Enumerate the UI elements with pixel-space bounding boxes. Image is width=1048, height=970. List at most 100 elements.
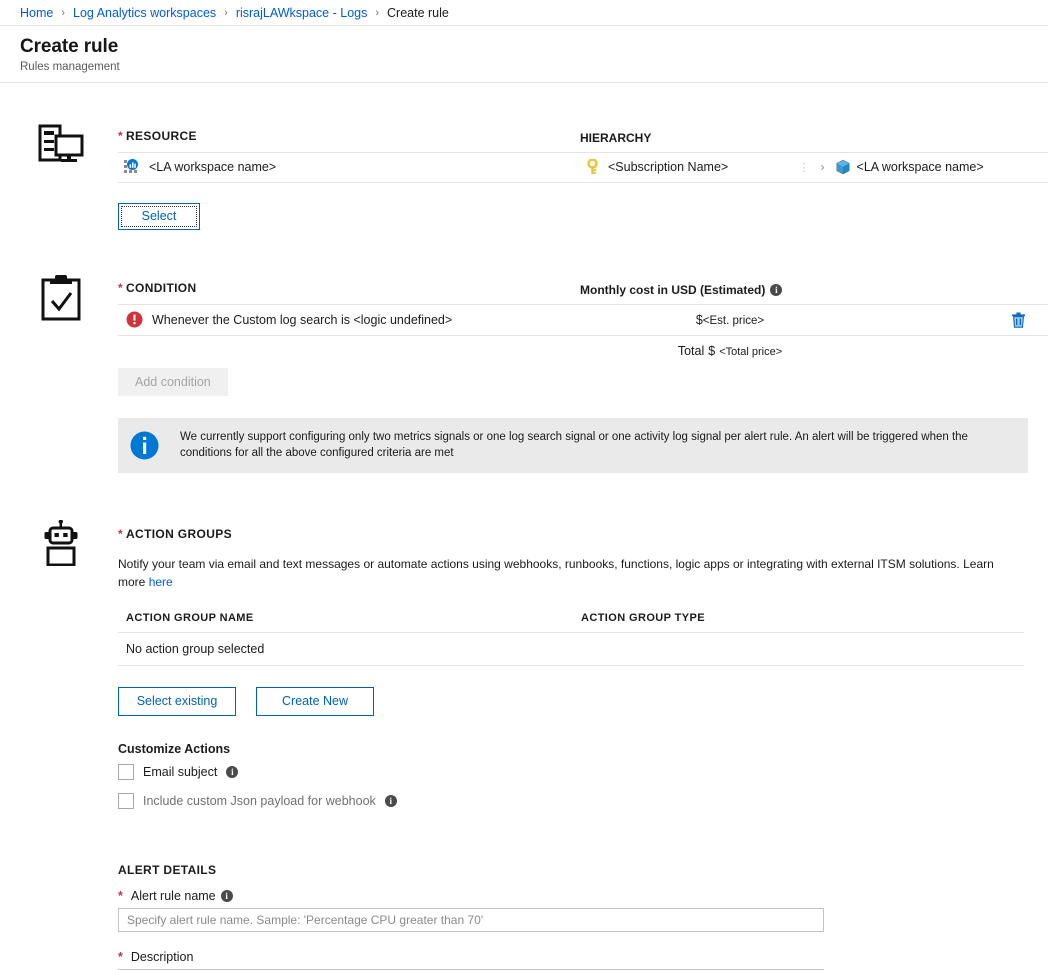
required-asterisk: * — [118, 281, 123, 295]
hierarchy-workspace-name: <LA workspace name> — [857, 160, 984, 174]
error-icon — [126, 311, 143, 328]
resource-label: *RESOURCE — [118, 129, 197, 143]
action-groups-header: *ACTION GROUPS — [118, 525, 1048, 543]
resource-section-icon — [32, 123, 90, 167]
resource-label-wrap: *RESOURCE — [118, 127, 580, 145]
info-banner-text: We currently support configuring only tw… — [170, 419, 1028, 472]
resource-section-body: *RESOURCE HIERARCHY — [118, 127, 1048, 230]
condition-headers: *CONDITION Monthly cost in USD (Estimate… — [118, 279, 1048, 304]
add-condition-wrap: Add condition — [118, 368, 1048, 396]
hierarchy-chevron-icon: › — [821, 160, 825, 174]
select-resource-button[interactable]: Select — [118, 203, 200, 230]
total-currency: $ — [708, 344, 715, 358]
json-payload-row: Include custom Json payload for webhook … — [118, 793, 1048, 809]
total-label: Total — [678, 344, 704, 358]
total-price-value: <Total price> — [719, 346, 782, 358]
breadcrumb-item-log-analytics-workspaces[interactable]: Log Analytics workspaces — [73, 6, 216, 20]
breadcrumb-item-workspace-logs[interactable]: risrajLAWkspace - Logs — [236, 6, 368, 20]
learn-more-here-link[interactable]: here — [149, 575, 173, 589]
log-analytics-workspace-icon — [124, 159, 140, 175]
hierarchy-overflow-dots: ⋮ — [799, 161, 811, 174]
breadcrumb-item-home[interactable]: Home — [20, 6, 53, 20]
alert-rule-name-input[interactable] — [118, 908, 824, 932]
email-subject-label: Email subject — [143, 765, 217, 779]
condition-section-body: *CONDITION Monthly cost in USD (Estimate… — [118, 279, 1048, 473]
breadcrumb-item-create-rule: Create rule — [387, 6, 449, 20]
info-icon[interactable]: i — [226, 766, 238, 778]
action-groups-section: *ACTION GROUPS Notify your team via emai… — [0, 525, 1048, 970]
required-asterisk: * — [118, 129, 123, 143]
required-asterisk: * — [118, 950, 123, 964]
total-row: Total $ <Total price> — [118, 336, 1048, 366]
info-icon[interactable]: i — [770, 284, 782, 296]
breadcrumb: Home › Log Analytics workspaces › risraj… — [0, 0, 1048, 26]
alert-rule-name-label: * Alert rule name i — [118, 889, 1048, 903]
alert-details-section: ALERT DETAILS * Alert rule name i * Desc… — [118, 863, 1048, 970]
select-existing-button[interactable]: Select existing — [118, 687, 236, 716]
add-condition-button[interactable]: Add condition — [118, 368, 228, 396]
subscription-key-icon — [586, 159, 600, 175]
condition-description[interactable]: Whenever the Custom log search is <logic… — [152, 313, 452, 327]
action-groups-section-icon — [32, 520, 90, 566]
condition-label-wrap: *CONDITION — [118, 279, 580, 297]
info-banner: We currently support configuring only tw… — [118, 418, 1028, 473]
page-header: Create rule Rules management — [0, 26, 1048, 83]
json-payload-checkbox[interactable] — [118, 793, 134, 809]
hierarchy-cell: <Subscription Name> ⋮ › <LA workspace na… — [586, 159, 1046, 175]
required-asterisk: * — [118, 527, 123, 541]
email-subject-checkbox[interactable] — [118, 764, 134, 780]
condition-row: Whenever the Custom log search is <logic… — [118, 304, 1048, 336]
condition-est-price: $<Est. price> — [580, 313, 880, 327]
action-groups-table-header: ACTION GROUP NAME ACTION GROUP TYPE — [118, 612, 1024, 632]
hierarchy-label: HIERARCHY — [580, 131, 651, 145]
column-header-action-group-type: ACTION GROUP TYPE — [581, 612, 1024, 624]
create-new-button[interactable]: Create New — [256, 687, 374, 716]
page-subtitle: Rules management — [20, 61, 1048, 73]
action-groups-buttons: Select existing Create New — [118, 687, 1048, 716]
currency-symbol: $ — [696, 313, 703, 327]
column-header-action-group-name: ACTION GROUP NAME — [126, 612, 581, 624]
condition-text-cell: Whenever the Custom log search is <logic… — [118, 311, 580, 328]
resource-row: <LA workspace name> <Subscription Name> … — [118, 152, 1048, 183]
info-icon[interactable]: i — [385, 795, 397, 807]
condition-label: *CONDITION — [118, 281, 197, 295]
alert-description-label: * Description — [118, 950, 1048, 964]
info-icon — [130, 431, 159, 460]
action-groups-description: Notify your team via email and text mess… — [118, 555, 1024, 591]
condition-delete-cell — [880, 312, 1048, 328]
monthly-cost-label: Monthly cost in USD (Estimated) — [580, 283, 765, 297]
action-groups-table: ACTION GROUP NAME ACTION GROUP TYPE No a… — [118, 612, 1024, 666]
resource-actions: Select — [118, 203, 1048, 230]
total-cost-cell: Total $ <Total price> — [580, 344, 880, 358]
workspace-cube-icon — [835, 159, 851, 175]
customize-actions-title: Customize Actions — [118, 742, 1048, 756]
monthly-cost-header: Monthly cost in USD (Estimated) i — [580, 283, 782, 297]
clipboard-check-icon — [40, 274, 82, 322]
resource-section: *RESOURCE HIERARCHY — [0, 127, 1048, 230]
page-content: *RESOURCE HIERARCHY — [0, 127, 1048, 970]
delete-trash-icon — [1011, 312, 1026, 328]
resource-cell: <LA workspace name> — [124, 159, 586, 175]
robot-icon — [39, 520, 83, 566]
resource-headers: *RESOURCE HIERARCHY — [118, 127, 1048, 152]
info-banner-icon-wrap — [118, 418, 170, 473]
action-groups-label: *ACTION GROUPS — [118, 527, 232, 541]
est-price-value: <Est. price> — [703, 315, 764, 327]
server-monitor-icon — [38, 123, 84, 167]
required-asterisk: * — [118, 889, 123, 903]
json-payload-label: Include custom Json payload for webhook — [143, 794, 376, 808]
page-title: Create rule — [20, 36, 1048, 58]
condition-section-icon — [32, 274, 90, 322]
alert-details-label: ALERT DETAILS — [118, 863, 1048, 877]
action-groups-description-text: Notify your team via email and text mess… — [118, 557, 994, 589]
breadcrumb-separator: › — [61, 7, 65, 19]
condition-section: *CONDITION Monthly cost in USD (Estimate… — [0, 279, 1048, 473]
breadcrumb-separator: › — [224, 7, 228, 19]
breadcrumb-separator: › — [375, 7, 379, 19]
subscription-name: <Subscription Name> — [608, 160, 728, 174]
action-groups-body: *ACTION GROUPS Notify your team via emai… — [118, 525, 1048, 970]
email-subject-row: Email subject i — [118, 764, 1048, 780]
action-groups-empty-row: No action group selected — [118, 632, 1024, 666]
info-icon[interactable]: i — [221, 890, 233, 902]
resource-name: <LA workspace name> — [149, 160, 276, 174]
